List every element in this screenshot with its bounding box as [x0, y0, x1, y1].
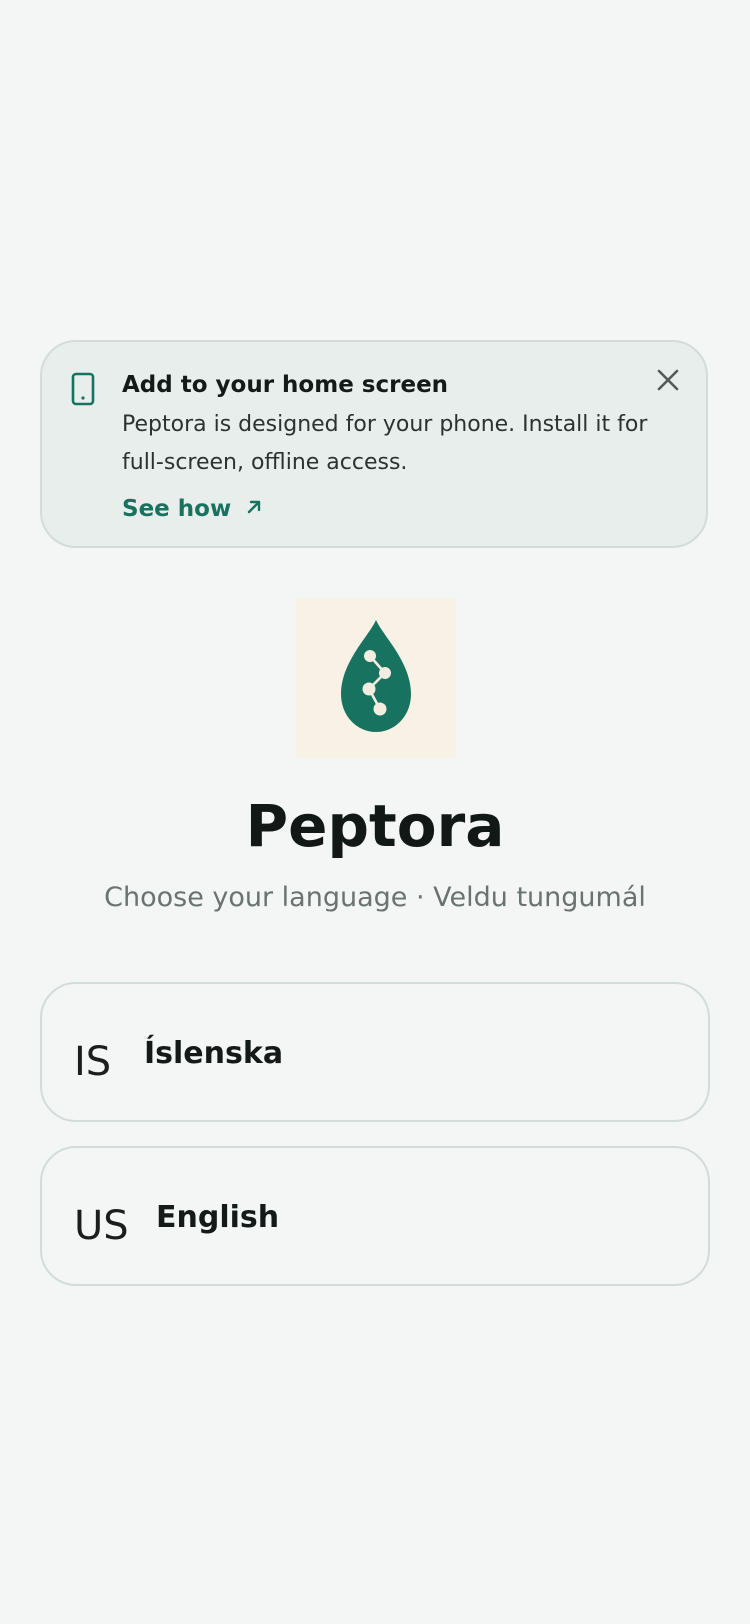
banner-title: Add to your home screen — [122, 372, 449, 398]
language-option-english[interactable]: US English — [40, 1146, 710, 1286]
app-name: Peptora — [245, 792, 505, 860]
install-banner: Add to your home screen Peptora is desig… — [40, 340, 708, 548]
droplet-molecule-icon — [339, 618, 413, 738]
language-option-islenska[interactable]: IS Íslenska — [40, 982, 710, 1122]
arrow-up-right-icon — [245, 494, 263, 524]
app-logo — [296, 598, 456, 758]
see-how-link[interactable]: See how — [122, 494, 263, 524]
see-how-label: See how — [122, 496, 232, 522]
language-label: Íslenska — [144, 1036, 284, 1071]
language-code: US — [74, 1203, 129, 1249]
banner-body: Peptora is designed for your phone. Inst… — [122, 412, 648, 475]
language-prompt: Choose your language · Veldu tungumál — [104, 882, 646, 913]
close-banner-button[interactable] — [654, 368, 682, 396]
phone-icon — [70, 372, 96, 406]
language-label: English — [156, 1200, 280, 1235]
close-icon — [657, 369, 679, 395]
language-code: IS — [74, 1039, 112, 1085]
